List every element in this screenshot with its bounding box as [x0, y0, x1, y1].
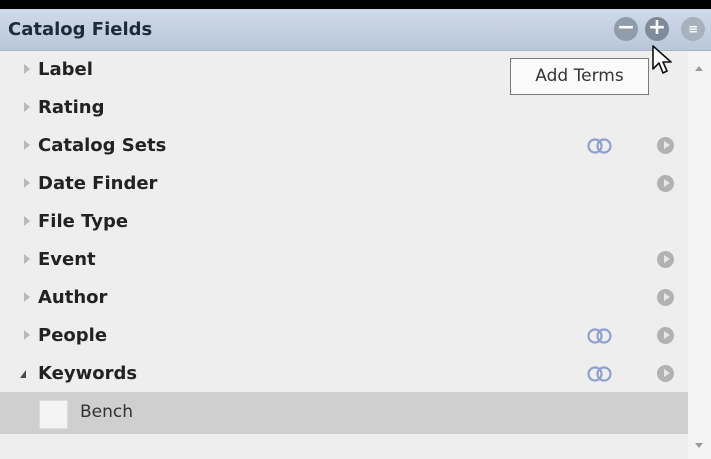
catalog-row-label: Catalog Sets — [38, 135, 167, 156]
play-arrow-icon[interactable] — [657, 289, 674, 306]
panel-header: Catalog Fields − + ≡ — [0, 9, 711, 51]
minus-icon: − — [616, 15, 636, 40]
catalog-row-label: Label — [38, 59, 93, 80]
view-options-button[interactable]: ≡ — [681, 17, 705, 41]
catalog-row-file-type[interactable]: File Type — [0, 203, 688, 241]
catalog-row-label: Rating — [38, 97, 105, 118]
catalog-row-label: Author — [38, 287, 108, 308]
triangle-right-icon[interactable] — [24, 330, 30, 340]
triangle-right-icon[interactable] — [24, 292, 30, 302]
panel-title: Catalog Fields — [8, 19, 153, 40]
catalog-row-author[interactable]: Author — [0, 279, 688, 317]
linked-rings-icon[interactable] — [587, 366, 613, 382]
catalog-row-people[interactable]: People — [0, 317, 688, 355]
catalog-row-keywords[interactable]: Keywords — [0, 355, 688, 393]
triangle-right-icon[interactable] — [24, 254, 30, 264]
linked-rings-icon[interactable] — [587, 138, 613, 154]
add-terms-button[interactable]: + — [645, 17, 669, 41]
vertical-scrollbar[interactable] — [688, 51, 711, 459]
triangle-right-icon[interactable] — [24, 140, 30, 150]
catalog-row-label: Keywords — [38, 363, 138, 384]
catalog-row-event[interactable]: Event — [0, 241, 688, 279]
keyword-checkbox[interactable] — [39, 400, 68, 429]
catalog-row-catalog-sets[interactable]: Catalog Sets — [0, 127, 688, 165]
mouse-pointer-icon — [652, 45, 672, 74]
scroll-up-icon[interactable] — [695, 66, 703, 71]
catalog-row-label: File Type — [38, 211, 129, 232]
scroll-down-icon[interactable] — [695, 443, 703, 448]
catalog-row-label: Date Finder — [38, 173, 158, 194]
linked-rings-icon[interactable] — [587, 328, 613, 344]
catalog-row-label: Event — [38, 249, 96, 270]
catalog-row-label: People — [38, 325, 108, 346]
add-terms-tooltip: Add Terms — [510, 58, 649, 95]
triangle-right-icon[interactable] — [24, 216, 30, 226]
catalog-fields-panel: Catalog Fields − + ≡ Add Terms Label Rati… — [0, 9, 711, 459]
triangle-right-icon[interactable] — [24, 64, 30, 74]
remove-term-button[interactable]: − — [614, 17, 638, 41]
list-view-icon: ≡ — [687, 22, 699, 36]
keyword-item-label: Bench — [80, 402, 134, 422]
catalog-row-date-finder[interactable]: Date Finder — [0, 165, 688, 203]
triangle-down-icon[interactable] — [20, 370, 26, 378]
play-arrow-icon[interactable] — [657, 251, 674, 268]
keyword-item-bench[interactable]: Bench — [0, 392, 688, 434]
play-arrow-icon[interactable] — [657, 175, 674, 192]
plus-icon: + — [647, 15, 667, 40]
play-arrow-icon[interactable] — [657, 327, 674, 344]
play-arrow-icon[interactable] — [657, 365, 674, 382]
triangle-right-icon[interactable] — [24, 178, 30, 188]
triangle-right-icon[interactable] — [24, 102, 30, 112]
catalog-field-list: Label Rating Catalog Sets Date Finder File T… — [0, 51, 688, 393]
play-arrow-icon[interactable] — [657, 137, 674, 154]
